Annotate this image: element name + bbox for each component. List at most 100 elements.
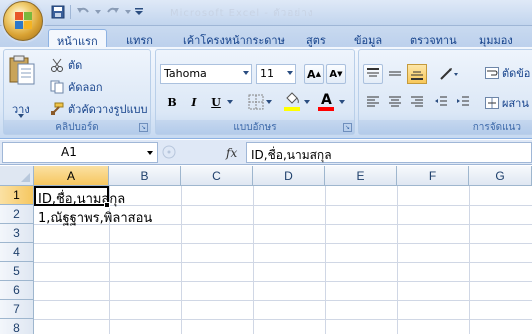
font-size-value: 11 — [260, 67, 274, 80]
tab-data[interactable]: ข้อมูล — [346, 29, 390, 48]
fill-color-button[interactable] — [284, 92, 302, 112]
formula-bar-handle-icon[interactable] — [162, 142, 176, 163]
cut-button[interactable]: ตัด — [50, 56, 82, 74]
copy-label: คัดลอก — [68, 81, 103, 94]
merge-icon — [485, 97, 499, 109]
undo-icon[interactable] — [75, 4, 91, 20]
align-center-button[interactable] — [385, 92, 405, 112]
align-top-button[interactable] — [363, 64, 383, 84]
ribbon-tabs: หน้าแรก แทรก เค้าโครงหน้ากระดาษ สูตร ข้อ… — [0, 26, 532, 49]
row-header-5[interactable]: 5 — [0, 262, 34, 281]
redo-dropdown-icon[interactable] — [125, 4, 131, 20]
redo-icon[interactable] — [105, 4, 121, 20]
fill-handle[interactable] — [104, 202, 110, 208]
italic-button[interactable]: I — [184, 92, 204, 112]
underline-button[interactable]: U — [206, 92, 226, 112]
font-size-box[interactable]: 11 — [256, 64, 296, 84]
gridline — [34, 281, 532, 282]
column-header-a[interactable]: A — [34, 166, 109, 186]
row-header-3[interactable]: 3 — [0, 224, 34, 243]
window-title: Microsoft Excel - ตัวอย่าง — [170, 8, 314, 19]
alignment-group: ตัดข้อ ผสาน การจัดแนว — [358, 49, 532, 135]
tab-page-layout[interactable]: เค้าโครงหน้ากระดาษ — [175, 29, 293, 48]
gridline — [34, 319, 532, 320]
tab-home[interactable]: หน้าแรก — [48, 29, 107, 49]
tab-insert[interactable]: แทรก — [118, 29, 161, 48]
shrink-font-button[interactable]: A ▼ — [326, 64, 346, 84]
gridline — [34, 262, 532, 263]
align-left-button[interactable] — [363, 92, 383, 112]
font-color-swatch — [318, 107, 334, 111]
align-bottom-button[interactable] — [407, 64, 427, 84]
decrease-indent-button[interactable] — [431, 92, 451, 112]
wrap-text-button[interactable]: ตัดข้อ — [485, 64, 530, 82]
column-header-c[interactable]: C — [181, 166, 253, 186]
office-button[interactable] — [3, 1, 43, 41]
row-header-2[interactable]: 2 — [0, 205, 34, 224]
undo-dropdown-icon[interactable] — [95, 4, 101, 20]
wrap-text-label: ตัดข้อ — [502, 67, 531, 80]
column-header-e[interactable]: E — [325, 166, 397, 186]
row-header-7[interactable]: 7 — [0, 300, 34, 319]
font-size-dropdown-icon — [287, 71, 293, 75]
row-header-4[interactable]: 4 — [0, 243, 34, 262]
format-painter-button[interactable]: ตัวคัดวางรูปแบบ — [50, 100, 148, 118]
font-launcher-icon[interactable]: ↘ — [343, 123, 352, 132]
name-box-dropdown-icon[interactable] — [147, 151, 153, 155]
tab-view[interactable]: มุมมอง — [471, 29, 521, 48]
formula-input[interactable]: ID,ชื่อ,นามสกุล — [246, 142, 532, 163]
customize-qat-icon[interactable] — [135, 4, 143, 20]
row-header-6[interactable]: 6 — [0, 281, 34, 300]
qat-divider — [70, 5, 71, 19]
merge-button[interactable]: ผสาน — [485, 94, 529, 112]
increase-indent-button[interactable] — [453, 92, 473, 112]
borders-dropdown-icon[interactable] — [266, 100, 272, 104]
column-header-f[interactable]: F — [397, 166, 469, 186]
font-color-button[interactable]: A — [318, 92, 336, 112]
text-orientation-icon — [440, 68, 458, 80]
scissors-icon — [51, 58, 63, 72]
name-box-value: A1 — [61, 145, 77, 159]
align-middle-icon — [389, 71, 401, 76]
align-middle-button[interactable] — [385, 64, 405, 84]
format-painter-label: ตัวคัดวางรูปแบบ — [68, 103, 148, 116]
insert-function-icon[interactable]: fx — [226, 146, 237, 160]
tab-review[interactable]: ตรวจทาน — [402, 29, 465, 48]
fill-color-swatch — [284, 107, 300, 111]
align-top-icon — [367, 68, 379, 77]
borders-button[interactable] — [248, 94, 264, 113]
orientation-button[interactable] — [435, 64, 463, 84]
fill-color-dropdown-icon[interactable] — [304, 100, 310, 104]
align-right-button[interactable] — [407, 92, 427, 112]
font-name-box[interactable]: Tahoma — [160, 64, 252, 84]
quick-access-toolbar — [50, 4, 143, 20]
font-group-label: แบบอักษร — [156, 120, 354, 134]
column-header-b[interactable]: B — [109, 166, 181, 186]
row-header-8[interactable]: 8 — [0, 319, 34, 334]
cell-a2[interactable]: 1,ณัฐฐาพร,พิลาสอน — [38, 207, 152, 228]
font-group: Tahoma 11 A ▲ A ▼ B I U A แบบอักษร ↘ — [155, 49, 355, 135]
clipboard-launcher-icon[interactable]: ↘ — [139, 123, 148, 132]
underline-dropdown-icon[interactable] — [227, 100, 233, 104]
formula-bar: A1 fx ID,ชื่อ,นามสกุล — [0, 140, 532, 165]
bold-button[interactable]: B — [162, 92, 182, 112]
align-left-icon — [367, 96, 379, 107]
gridline — [34, 243, 532, 244]
paint-bucket-icon — [286, 92, 299, 104]
save-icon[interactable] — [50, 4, 66, 20]
copy-button[interactable]: คัดลอก — [50, 78, 103, 96]
title-bar: Microsoft Excel - ตัวอย่าง — [0, 0, 532, 41]
grow-font-button[interactable]: A ▲ — [304, 64, 324, 84]
row-header-1[interactable]: 1 — [0, 186, 34, 205]
align-right-icon — [411, 96, 423, 107]
column-header-g[interactable]: G — [469, 166, 532, 186]
paste-button[interactable]: วาง — [8, 54, 40, 118]
name-box[interactable]: A1 — [2, 142, 158, 163]
spreadsheet-grid: A B C D E F G 1 2 3 4 5 6 7 8 ID,ชื่อ,นา… — [0, 166, 532, 334]
font-name-value: Tahoma — [164, 67, 207, 80]
tab-formulas[interactable]: สูตร — [298, 29, 334, 48]
column-header-d[interactable]: D — [253, 166, 325, 186]
font-color-dropdown-icon[interactable] — [339, 100, 345, 104]
font-color-letter: A — [321, 92, 332, 108]
select-all-button[interactable] — [0, 166, 34, 186]
